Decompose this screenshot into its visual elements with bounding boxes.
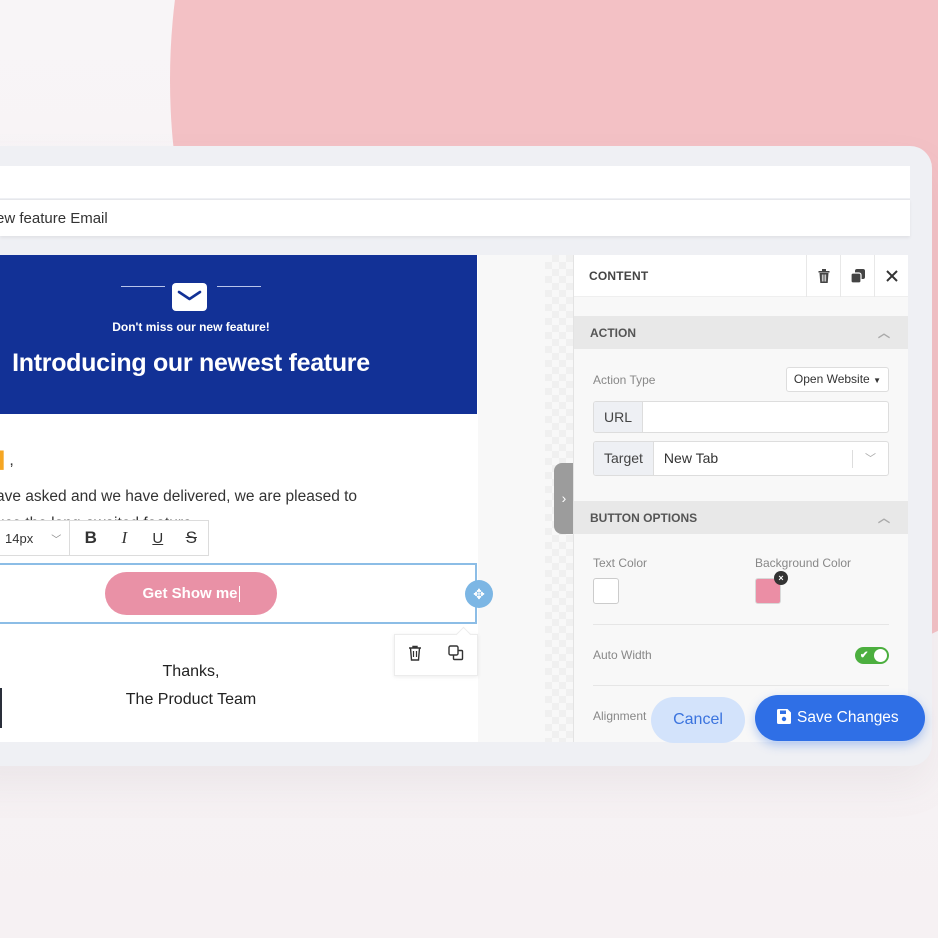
hero-title: Introducing our newest feature: [12, 349, 370, 377]
url-input[interactable]: [643, 402, 888, 432]
strikethrough-button[interactable]: S: [175, 528, 209, 548]
target-select[interactable]: Target New Tab ﹀: [593, 441, 889, 476]
cta-button[interactable]: Get Show me: [105, 572, 277, 615]
action-section-header[interactable]: ACTION ︿: [574, 316, 908, 349]
chevron-up-icon: ︿: [877, 326, 890, 340]
duplicate-block-icon[interactable]: [448, 644, 464, 666]
auto-width-row: Auto Width ✔: [574, 625, 908, 685]
move-icon[interactable]: ✥: [465, 580, 493, 608]
chevron-up-icon: ︿: [877, 511, 890, 525]
email-name[interactable]: ew feature Email: [0, 210, 108, 227]
alignment-label: Alignment: [593, 709, 647, 723]
content-panel: CONTENT ACTION ︿ Action Type Open Websit…: [573, 255, 908, 742]
auto-width-label: Auto Width: [593, 648, 652, 662]
panel-header: CONTENT: [574, 255, 908, 297]
hero-decoration: [0, 273, 380, 311]
color-row: Text Color Background Color ×: [574, 556, 908, 604]
close-icon[interactable]: [874, 255, 908, 297]
background-color-swatch[interactable]: ×: [755, 571, 788, 604]
cancel-button[interactable]: Cancel: [651, 697, 745, 743]
chevron-down-icon: ﹀: [51, 534, 62, 546]
merge-tag: ▌: [0, 452, 10, 469]
underline-button[interactable]: U: [141, 530, 175, 547]
text-cursor: [238, 586, 240, 603]
check-icon: ✔: [860, 649, 869, 661]
left-edge-marker: [0, 688, 2, 728]
action-type-select[interactable]: Open Website ▼: [785, 367, 889, 392]
email-name-bar[interactable]: ew feature Email: [0, 199, 910, 236]
caret-down-icon: ▼: [873, 376, 881, 385]
hero-subtitle: Don't miss our new feature!: [112, 320, 270, 334]
auto-width-toggle[interactable]: ✔: [855, 646, 889, 664]
text-color-label: Text Color: [593, 556, 648, 570]
text-format-toolbar: 14px ﹀ B I U S: [0, 520, 209, 556]
bold-button[interactable]: B: [74, 528, 108, 548]
text-color-swatch[interactable]: [593, 578, 619, 604]
save-changes-button[interactable]: Save Changes: [755, 695, 925, 741]
duplicate-icon[interactable]: [840, 255, 874, 297]
font-size-select[interactable]: 14px ﹀: [0, 521, 71, 555]
hero-line-right: [217, 286, 261, 287]
clear-color-icon[interactable]: ×: [774, 571, 788, 585]
action-type-label: Action Type: [593, 372, 656, 387]
chevron-down-icon: ﹀: [852, 449, 888, 468]
editor-topbar: [0, 166, 910, 198]
signoff-line-1: Thanks,: [162, 663, 220, 680]
italic-button[interactable]: I: [108, 528, 142, 548]
signoff-line-2: The Product Team: [125, 691, 257, 708]
delete-block-icon[interactable]: [408, 645, 422, 666]
action-type-row: Action Type Open Website ▼: [574, 367, 908, 392]
panel-title: CONTENT: [589, 268, 649, 283]
url-label: URL: [594, 402, 644, 432]
body-line-1: ave asked and we have delivered, we are …: [0, 488, 358, 505]
trash-icon[interactable]: [806, 255, 840, 297]
email-body-text[interactable]: ave asked and we have delivered, we are …: [0, 483, 466, 524]
save-icon: [777, 709, 791, 724]
greeting[interactable]: ▌,: [0, 452, 14, 470]
button-options-header[interactable]: BUTTON OPTIONS ︿: [574, 501, 908, 534]
signoff[interactable]: Thanks, The Product Team: [0, 658, 382, 714]
block-actions-popover: [394, 634, 478, 676]
background-color-label: Background Color: [755, 556, 852, 570]
target-value: New Tab: [663, 450, 719, 466]
email-hero[interactable]: Don't miss our new feature! Introducing …: [0, 255, 477, 414]
url-field[interactable]: URL: [593, 401, 889, 433]
collapse-panel-button[interactable]: ›: [554, 463, 574, 534]
target-label: Target: [594, 442, 654, 475]
mail-icon: [172, 283, 207, 311]
hero-line-left: [121, 286, 165, 287]
